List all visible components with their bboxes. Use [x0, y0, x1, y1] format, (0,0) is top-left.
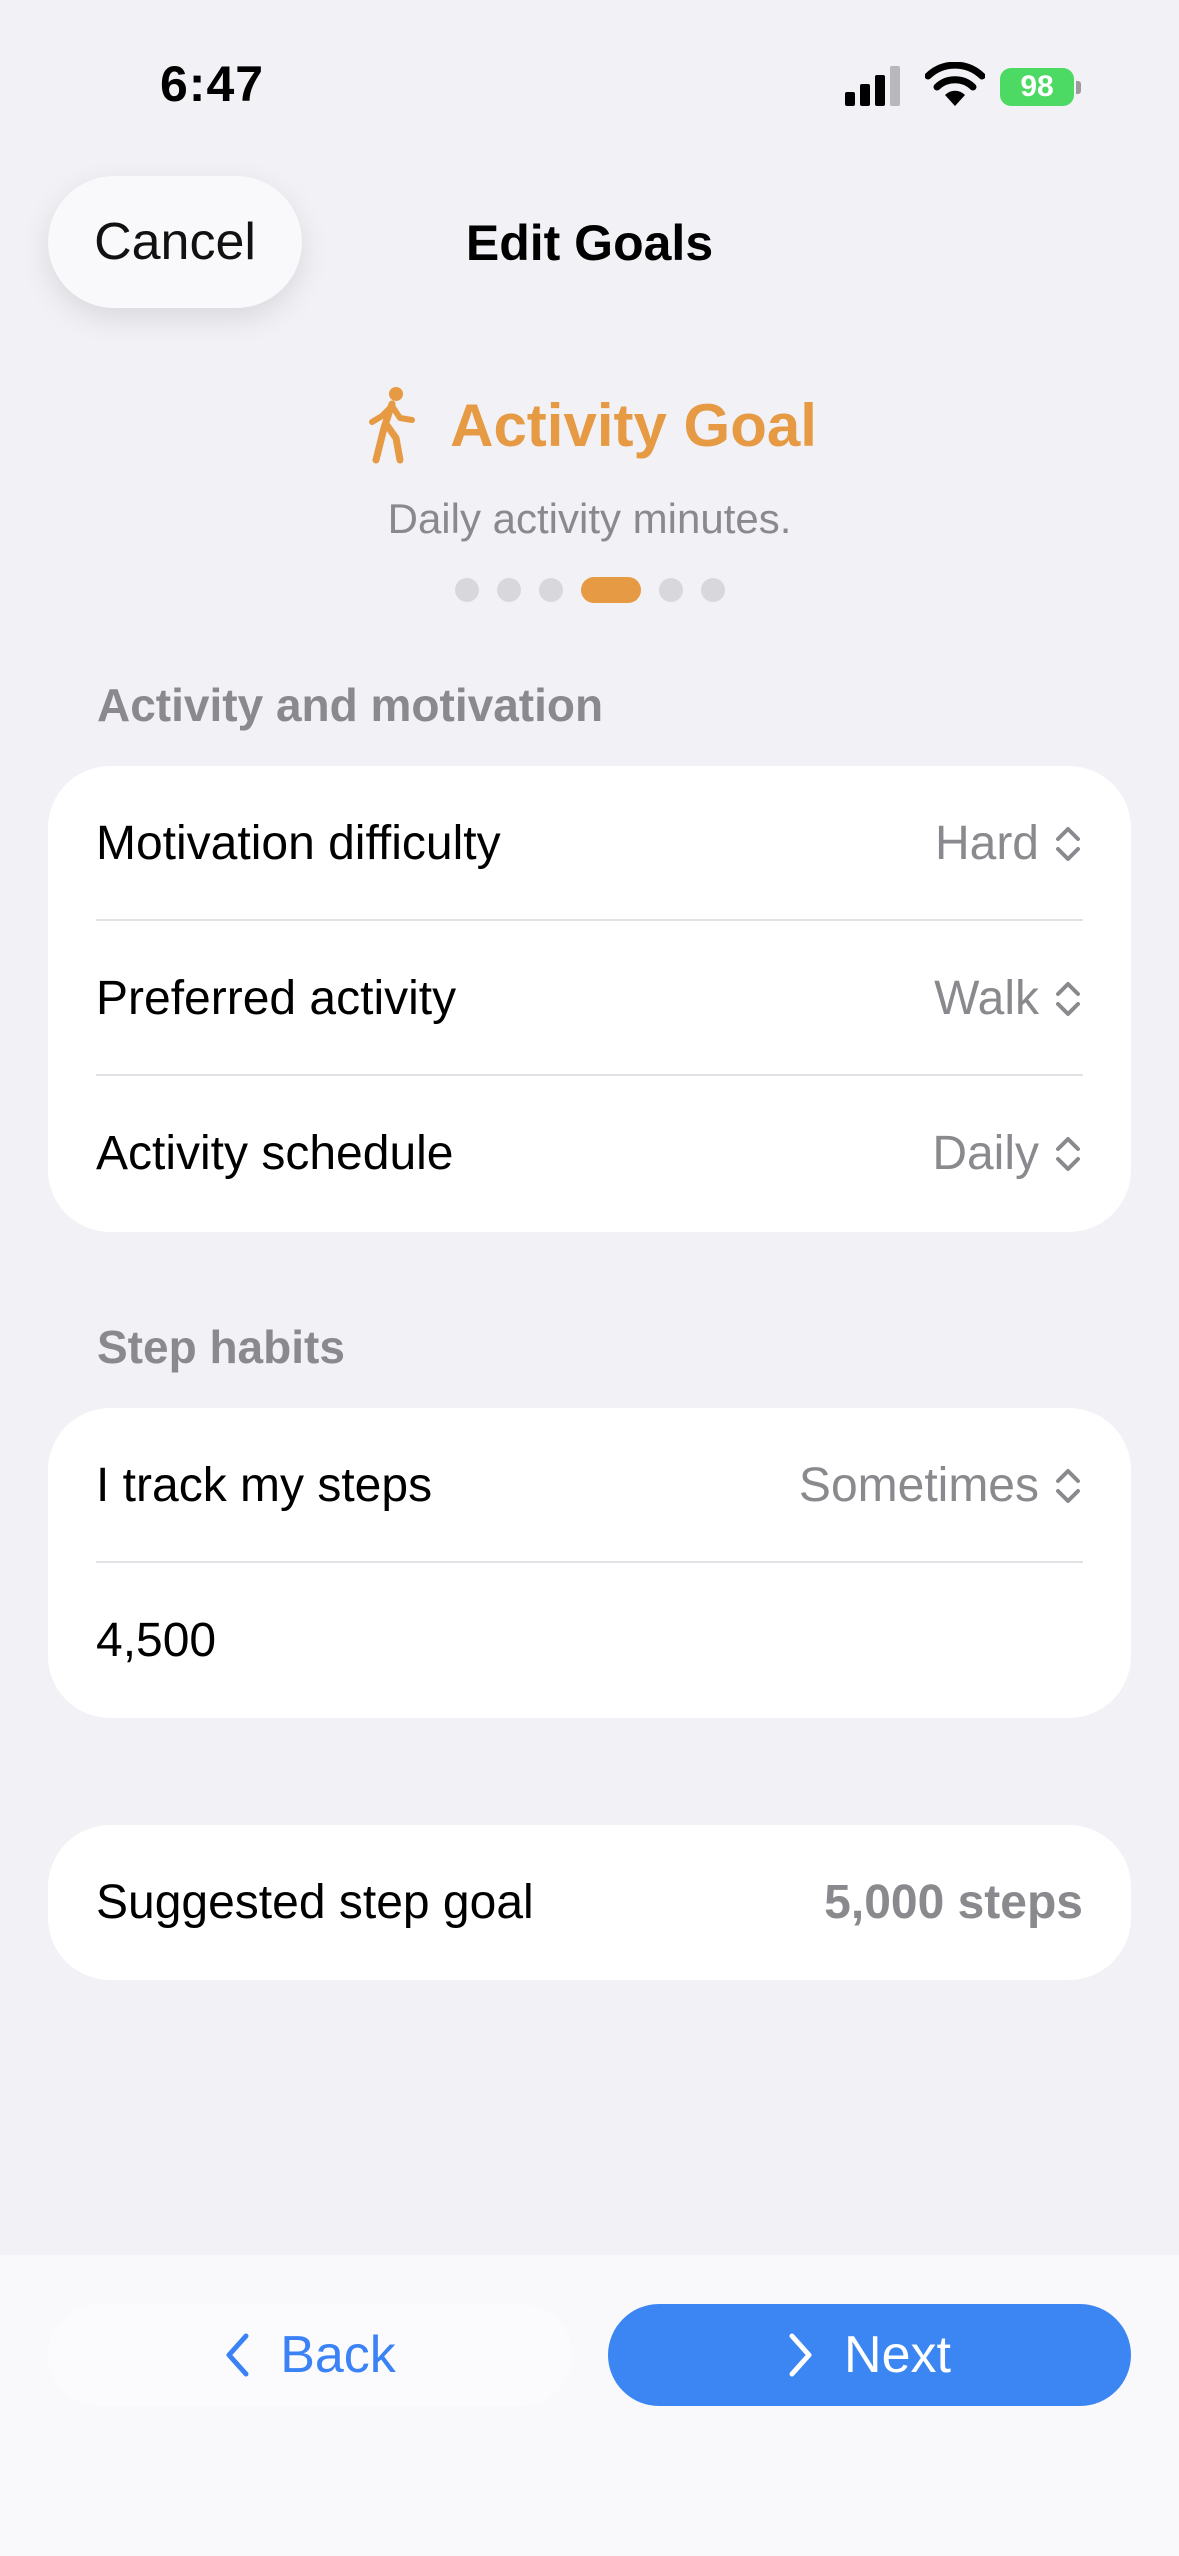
page-dot [538, 578, 563, 602]
chevron-up-down-icon [1056, 1136, 1080, 1171]
back-label: Back [280, 2326, 396, 2384]
page-dot [658, 578, 683, 602]
activity-schedule-picker[interactable]: Daily [932, 1126, 1083, 1181]
chevron-up-down-icon [1056, 1468, 1080, 1503]
goal-header: Activity Goal [0, 380, 1179, 470]
battery-level: 98 [1000, 68, 1074, 106]
goal-title: Activity Goal [450, 391, 817, 459]
activity-schedule-row[interactable]: Activity schedule Daily [48, 1076, 1131, 1231]
page-dot [454, 578, 479, 602]
track-steps-row[interactable]: I track my steps Sometimes [48, 1408, 1131, 1563]
wifi-icon [925, 62, 985, 106]
page-dot [496, 578, 521, 602]
next-label: Next [844, 2326, 951, 2384]
row-value: Hard [934, 817, 1039, 870]
page-dot [700, 578, 725, 602]
daily-steps-value: 4,500 [96, 1614, 217, 1667]
page-title: Edit Goals [465, 215, 714, 271]
section-label-step-habits: Step habits [97, 1321, 345, 1373]
activity-motivation-card: Motivation difficulty Hard Preferred act… [48, 766, 1131, 1232]
goal-subtitle: Daily activity minutes. [387, 495, 792, 542]
suggested-step-goal-row: Suggested step goal 5,000 steps [48, 1825, 1131, 1980]
row-label: Preferred activity [96, 972, 457, 1025]
page-dot-active [580, 577, 641, 603]
row-label: Suggested step goal [96, 1876, 534, 1929]
chevron-left-icon [226, 2333, 249, 2377]
daily-steps-field[interactable]: 4,500 [48, 1563, 1131, 1718]
track-steps-picker[interactable]: Sometimes [799, 1458, 1083, 1513]
battery-icon: 98 [1000, 68, 1081, 106]
suggested-step-goal-card: Suggested step goal 5,000 steps [48, 1825, 1131, 1980]
preferred-activity-row[interactable]: Preferred activity Walk [48, 921, 1131, 1076]
chevron-up-down-icon [1056, 981, 1080, 1016]
chevron-right-icon [789, 2333, 812, 2377]
motivation-difficulty-picker[interactable]: Hard [935, 816, 1083, 871]
row-value: Walk [934, 972, 1039, 1025]
figure-walk-icon [369, 387, 416, 464]
suggested-step-goal-value: 5,000 steps [824, 1876, 1083, 1929]
preferred-activity-picker[interactable]: Walk [934, 971, 1083, 1026]
back-button[interactable]: Back [48, 2304, 572, 2406]
page-indicator [0, 577, 1179, 603]
cellular-signal-icon [845, 66, 900, 106]
row-label: I track my steps [96, 1459, 433, 1512]
status-time: 6:47 [160, 56, 265, 112]
motivation-difficulty-row[interactable]: Motivation difficulty Hard [48, 766, 1131, 921]
row-value: Sometimes [798, 1459, 1039, 1512]
chevron-up-down-icon [1056, 826, 1080, 861]
row-value: Daily [932, 1127, 1039, 1180]
section-label-activity-motivation: Activity and motivation [97, 679, 604, 731]
row-label: Motivation difficulty [96, 817, 501, 870]
step-habits-card: I track my steps Sometimes 4,500 [48, 1408, 1131, 1718]
row-label: Activity schedule [96, 1127, 454, 1180]
next-button[interactable]: Next [608, 2304, 1131, 2406]
